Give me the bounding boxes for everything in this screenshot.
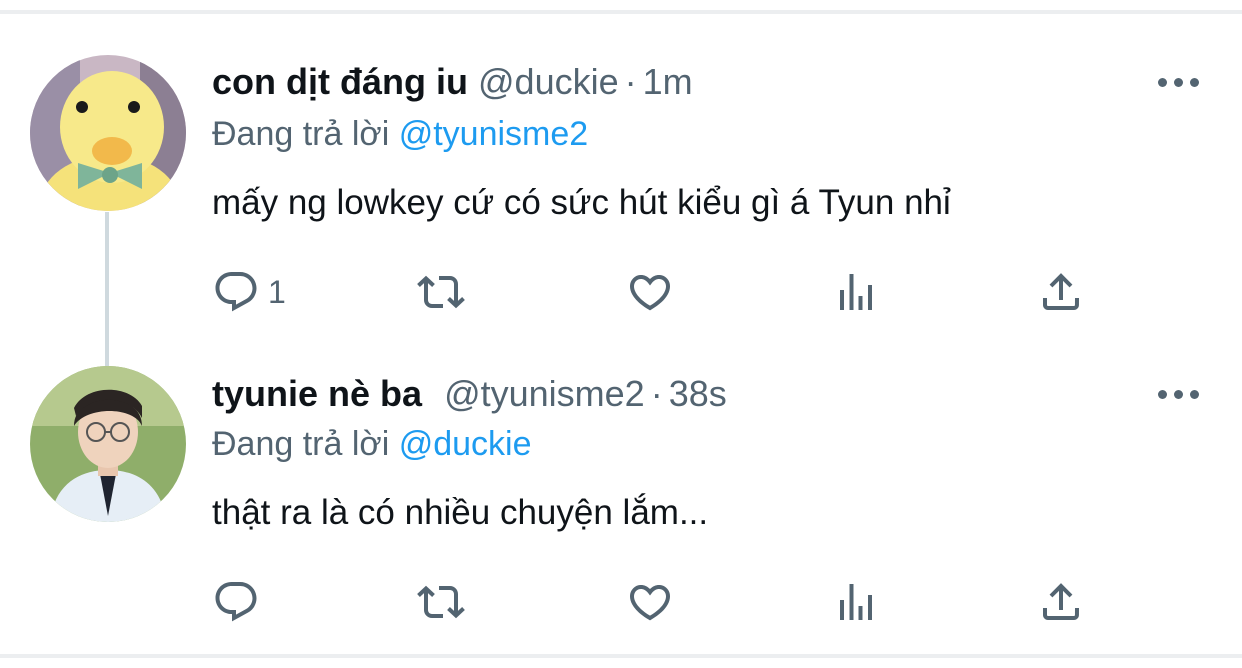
display-name[interactable]: con dịt đáng iu bbox=[212, 61, 468, 102]
separator-dot: · bbox=[650, 373, 663, 414]
replying-to-line: Đang trả lời @duckie bbox=[212, 422, 532, 466]
timestamp[interactable]: 38s bbox=[669, 373, 727, 414]
retweet-button[interactable] bbox=[417, 578, 465, 626]
tweet-actions bbox=[212, 578, 1112, 628]
reply-count: 1 bbox=[268, 273, 286, 310]
tweet-text: mấy ng lowkey cứ có sức hút kiểu gì á Ty… bbox=[212, 183, 951, 222]
user-handle[interactable]: @duckie bbox=[478, 61, 619, 102]
person-with-glasses-image bbox=[30, 366, 186, 522]
views-icon bbox=[840, 584, 872, 620]
tweet-header: con dịt đáng iu @duckie · 1m bbox=[212, 60, 693, 104]
reply-icon bbox=[215, 582, 257, 622]
views-icon bbox=[840, 274, 872, 310]
reply-button[interactable]: 1 bbox=[212, 268, 286, 316]
avatar[interactable] bbox=[30, 55, 186, 211]
separator-dot: · bbox=[624, 61, 637, 102]
share-icon bbox=[1043, 583, 1079, 620]
reply-button[interactable] bbox=[212, 578, 268, 626]
views-button[interactable] bbox=[832, 268, 880, 316]
like-icon bbox=[629, 275, 671, 311]
bottom-divider bbox=[0, 654, 1242, 658]
tweet[interactable]: tyunie nè ba @tyunisme2 · 38s Đang trả lời… bbox=[0, 330, 1242, 652]
tweet-header: tyunie nè ba @tyunisme2 · 38s bbox=[212, 372, 727, 416]
share-icon bbox=[1043, 273, 1079, 310]
user-handle[interactable]: @tyunisme2 bbox=[444, 373, 645, 414]
retweet-button[interactable] bbox=[417, 268, 465, 316]
tweet-text: thật ra là có nhiều chuyện lắm... bbox=[212, 493, 709, 532]
tweet[interactable]: con dịt đáng iu @duckie · 1m Đang trả lời … bbox=[0, 0, 1242, 340]
tweet-actions: 1 bbox=[212, 268, 1112, 318]
replying-to-label: Đang trả lời bbox=[212, 115, 390, 153]
more-icon[interactable] bbox=[1158, 388, 1200, 402]
like-icon bbox=[629, 585, 671, 621]
replying-to-mention[interactable]: @duckie bbox=[399, 425, 532, 463]
duck-plush-image bbox=[30, 55, 186, 211]
display-name[interactable]: tyunie nè ba bbox=[212, 373, 422, 414]
like-button[interactable] bbox=[626, 268, 674, 316]
replying-to-line: Đang trả lời @tyunisme2 bbox=[212, 112, 588, 156]
views-button[interactable] bbox=[832, 578, 880, 626]
replying-to-mention[interactable]: @tyunisme2 bbox=[399, 115, 588, 153]
avatar[interactable] bbox=[30, 366, 186, 522]
like-button[interactable] bbox=[626, 578, 674, 626]
replying-to-label: Đang trả lời bbox=[212, 425, 390, 463]
timestamp[interactable]: 1m bbox=[643, 61, 693, 102]
reply-icon bbox=[215, 272, 257, 312]
retweet-icon bbox=[417, 275, 465, 309]
share-button[interactable] bbox=[1037, 578, 1085, 626]
share-button[interactable] bbox=[1037, 268, 1085, 316]
retweet-icon bbox=[417, 585, 465, 619]
more-icon[interactable] bbox=[1158, 76, 1200, 90]
